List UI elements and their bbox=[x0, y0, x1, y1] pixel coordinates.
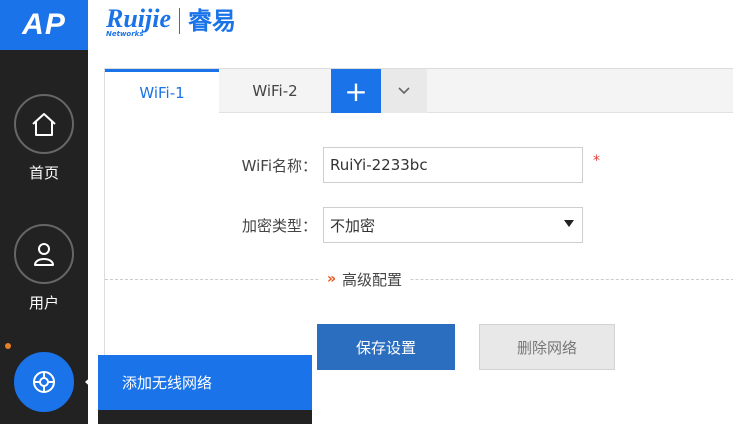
brand-separator bbox=[179, 8, 181, 34]
encryption-select[interactable]: 不加密 bbox=[323, 207, 583, 243]
advanced-config-label: 高级配置 bbox=[342, 270, 403, 289]
sidebar-item-home[interactable]: 首页 bbox=[0, 94, 88, 183]
required-mark: * bbox=[593, 153, 600, 169]
double-chevron-icon: » bbox=[327, 271, 337, 287]
notification-dot bbox=[5, 343, 11, 349]
ap-logo: AP bbox=[0, 0, 88, 50]
wifi-name-label: WiFi名称： bbox=[241, 157, 317, 175]
header: Ruijie Networks 睿易 bbox=[88, 0, 733, 50]
brand-name-cn: 睿易 bbox=[188, 7, 237, 35]
sidebar: AP 首页 用户 bbox=[0, 0, 88, 424]
chevron-down-icon bbox=[398, 87, 410, 95]
advanced-config-toggle[interactable]: » 高级配置 bbox=[319, 268, 411, 290]
tab-bar: WiFi-1 WiFi-2 + bbox=[105, 69, 733, 114]
plus-icon: + bbox=[344, 74, 368, 108]
add-tab-button[interactable]: + bbox=[331, 69, 381, 113]
sidebar-item-label: 首页 bbox=[28, 164, 59, 182]
advanced-divider bbox=[105, 279, 733, 280]
popup-menu-extension bbox=[98, 410, 312, 424]
sidebar-item-user[interactable]: 用户 bbox=[0, 224, 88, 313]
tab-wifi-2[interactable]: WiFi-2 bbox=[219, 69, 331, 113]
dropdown-arrow-icon bbox=[564, 220, 574, 227]
brand-name-en: Ruijie bbox=[106, 4, 172, 33]
sidebar-item-wireless[interactable] bbox=[0, 352, 88, 412]
home-icon bbox=[14, 94, 74, 154]
wifi-name-input[interactable]: RuiYi-2233bc bbox=[323, 147, 583, 183]
tab-wifi-1[interactable]: WiFi-1 bbox=[105, 69, 219, 114]
add-wireless-network-menu-item[interactable]: 添加无线网络 bbox=[98, 355, 312, 410]
more-tabs-button[interactable] bbox=[381, 69, 427, 113]
encryption-value: 不加密 bbox=[330, 216, 376, 235]
popup-pointer bbox=[85, 374, 94, 390]
wireless-icon bbox=[14, 352, 74, 412]
encryption-label: 加密类型： bbox=[241, 217, 317, 235]
save-settings-button[interactable]: 保存设置 bbox=[317, 324, 455, 370]
brand-logo: Ruijie Networks 睿易 bbox=[106, 4, 237, 39]
app-root: AP 首页 用户 Ruijie Networks 睿易 WiFi-1 WiFi-… bbox=[0, 0, 733, 424]
brand-en-block: Ruijie Networks bbox=[106, 4, 172, 39]
sidebar-item-label: 用户 bbox=[28, 294, 59, 312]
user-icon bbox=[14, 224, 74, 284]
delete-network-button[interactable]: 删除网络 bbox=[479, 324, 615, 370]
